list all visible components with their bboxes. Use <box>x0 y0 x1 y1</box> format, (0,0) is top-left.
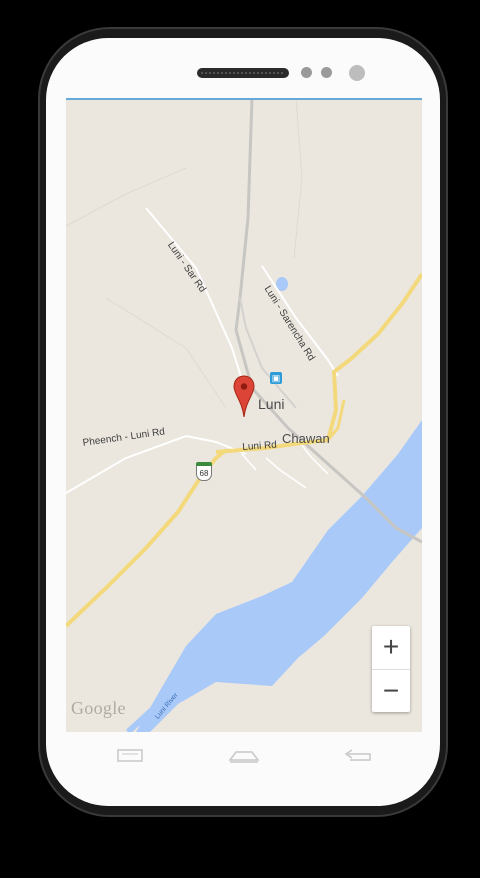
place-label-chawan: Chawan <box>282 431 330 446</box>
terrain-line <box>105 297 227 409</box>
zoom-out-button[interactable]: − <box>372 669 410 713</box>
proximity-sensor <box>301 67 312 78</box>
back-icon[interactable] <box>340 742 376 768</box>
menu-icon[interactable] <box>112 742 148 768</box>
terrain-line <box>66 167 187 227</box>
front-camera <box>349 65 365 81</box>
zoom-controls: + − <box>372 626 410 712</box>
zoom-in-button[interactable]: + <box>372 626 410 669</box>
location-pin-icon[interactable] <box>233 375 255 419</box>
luni-sarencha-road <box>261 265 339 377</box>
earpiece-speaker <box>197 68 289 78</box>
home-icon[interactable] <box>226 742 262 768</box>
train-station-icon[interactable]: ▣ <box>270 372 282 384</box>
status-divider <box>66 98 422 100</box>
place-label-luni: Luni <box>258 396 285 412</box>
highway-68-shield: 68 <box>196 462 212 481</box>
terrain-line <box>293 98 303 259</box>
google-attribution: Google <box>71 698 126 718</box>
map-screen[interactable]: Luni - Sar Rd Luni - Sarencha Rd Pheench… <box>66 98 422 732</box>
luni-sar-road <box>145 207 243 381</box>
light-sensor <box>321 67 332 78</box>
